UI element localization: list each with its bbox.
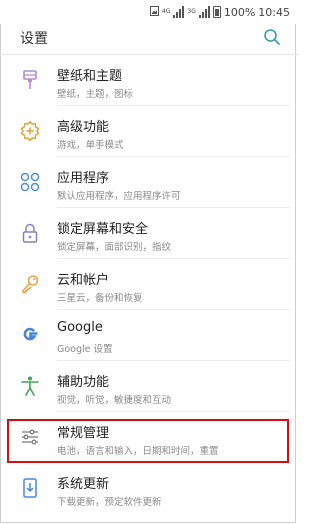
settings-item-wallpaper-themes[interactable]: 壁纸和主题 壁纸，主题，图标: [0, 55, 298, 106]
settings-item-label: 辅助功能: [57, 375, 110, 390]
signal-2-icon: [198, 6, 210, 18]
search-button[interactable]: [262, 27, 282, 47]
settings-item-subtitle: 默认应用程序，应用程序许可: [57, 191, 181, 202]
settings-item-apps[interactable]: 应用程序 默认应用程序，应用程序许可: [0, 157, 298, 208]
settings-item-google[interactable]: Google Google 设置: [0, 310, 298, 361]
settings-item-subtitle: 三星云，备份和恢复: [57, 293, 143, 304]
settings-item-subtitle: 壁纸，主题，图标: [57, 89, 134, 100]
network-type-1: 4G: [161, 8, 171, 15]
page-title: 设置: [20, 31, 48, 47]
battery-icon: [212, 6, 221, 18]
settings-item-subtitle: 游戏，单手模式: [57, 140, 124, 151]
clock: 10:45: [258, 5, 290, 19]
lock-icon: [18, 221, 42, 245]
settings-item-label: 云和帐户: [57, 273, 110, 288]
signal-1-icon: [173, 6, 185, 18]
settings-item-subtitle: Google 设置: [57, 344, 113, 355]
settings-item-label: 系统更新: [57, 477, 110, 492]
settings-item-lockscreen-security[interactable]: 锁定屏幕和安全 锁定屏幕，面部识别，指纹: [0, 208, 298, 259]
settings-item-advanced-features[interactable]: 高级功能 游戏，单手模式: [0, 106, 298, 157]
battery-percentage: 100%: [223, 5, 256, 19]
highlight-box: [7, 419, 289, 463]
settings-item-accessibility[interactable]: 辅助功能 视觉，听觉，敏捷度和互动: [0, 361, 298, 412]
gear-plus-icon: [18, 119, 42, 143]
image-notification-icon: [149, 5, 159, 19]
settings-item-label: 应用程序: [57, 171, 110, 186]
search-icon: [264, 29, 280, 45]
settings-item-label: 锁定屏幕和安全: [57, 222, 149, 237]
network-type-2: 3G: [187, 8, 196, 15]
settings-item-subtitle: 视觉，听觉，敏捷度和互动: [57, 395, 172, 406]
apps-grid-icon: [18, 170, 42, 194]
key-icon: [18, 272, 42, 296]
app-header: 设置: [0, 24, 298, 55]
status-bar: 4G 3G 100% 10:45: [0, 0, 298, 24]
google-icon: [18, 323, 42, 347]
accessibility-icon: [18, 374, 42, 398]
settings-item-label: Google: [57, 320, 103, 335]
settings-item-cloud-accounts[interactable]: 云和帐户 三星云，备份和恢复: [0, 259, 298, 310]
settings-item-system-update[interactable]: 系统更新 下载更新，预定软件更新: [0, 463, 298, 514]
settings-item-label: 高级功能: [57, 120, 110, 135]
settings-item-subtitle: 下载更新，预定软件更新: [57, 497, 162, 508]
brush-icon: [18, 68, 42, 92]
settings-item-subtitle: 锁定屏幕，面部识别，指纹: [57, 242, 172, 253]
system-update-icon: [18, 476, 42, 500]
settings-item-label: 壁纸和主题: [57, 69, 123, 84]
